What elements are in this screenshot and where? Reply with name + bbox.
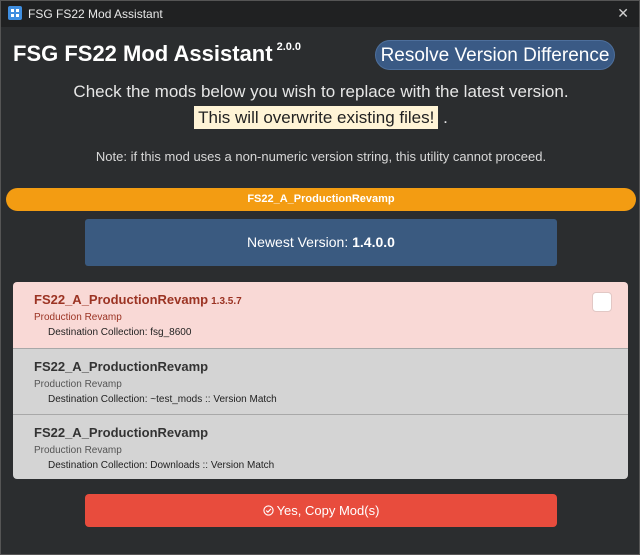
resolve-version-badge: Resolve Version Difference bbox=[375, 40, 615, 70]
page-title: FSG FS22 Mod Assistant 2.0.0 bbox=[13, 41, 301, 67]
list-item-version-match: FS22_A_ProductionRevamp Production Revam… bbox=[13, 414, 628, 479]
mod-version: 1.3.5.7 bbox=[211, 296, 242, 307]
overwrite-warning: This will overwrite existing files! bbox=[194, 106, 439, 129]
close-icon[interactable]: ✕ bbox=[617, 5, 629, 22]
app-logo-icon bbox=[8, 6, 22, 20]
mod-file-name: FS22_A_ProductionRevamp bbox=[34, 425, 209, 440]
warning-suffix: . bbox=[443, 108, 448, 127]
replace-checkbox[interactable] bbox=[592, 292, 612, 312]
list-item-outdated[interactable]: FS22_A_ProductionRevamp 1.3.5.7 Productio… bbox=[13, 282, 628, 348]
mod-title: Production Revamp bbox=[34, 312, 122, 323]
app-name: FSG FS22 Mod Assistant bbox=[13, 41, 273, 66]
list-item-version-match: FS22_A_ProductionRevamp Production Revam… bbox=[13, 348, 628, 414]
instruction-text: Check the mods below you wish to replace… bbox=[73, 82, 569, 101]
non-numeric-note: Note: if this mod uses a non-numeric ver… bbox=[95, 149, 547, 164]
mod-title: Production Revamp bbox=[34, 379, 122, 390]
mod-file-name: FS22_A_ProductionRevamp 1.3.5.7 bbox=[34, 292, 242, 307]
title-bar: FSG FS22 Mod Assistant ✕ bbox=[1, 1, 639, 27]
check-circle-icon bbox=[262, 495, 274, 516]
destination-collection: Destination Collection: ~test_mods :: Ve… bbox=[48, 394, 277, 405]
mod-file-name-text: FS22_A_ProductionRevamp bbox=[34, 292, 209, 307]
app-window: FSG FS22 Mod Assistant ✕ FSG FS22 Mod As… bbox=[0, 0, 640, 555]
newest-version-label: Newest Version: bbox=[247, 234, 349, 250]
app-version: 2.0.0 bbox=[276, 41, 302, 53]
copy-mods-button[interactable]: Yes, Copy Mod(s) bbox=[85, 494, 557, 527]
mod-name-banner: FS22_A_ProductionRevamp bbox=[6, 188, 636, 211]
destination-collection: Destination Collection: fsg_8600 bbox=[48, 327, 192, 338]
mod-title: Production Revamp bbox=[34, 445, 122, 456]
mod-collection-list: FS22_A_ProductionRevamp 1.3.5.7 Productio… bbox=[13, 282, 628, 479]
warning-line: This will overwrite existing files! . bbox=[1, 106, 640, 129]
newest-version-value: 1.4.0.0 bbox=[352, 234, 395, 250]
copy-mods-label: Yes, Copy Mod(s) bbox=[276, 503, 380, 518]
mod-file-name: FS22_A_ProductionRevamp bbox=[34, 359, 209, 374]
window-title: FSG FS22 Mod Assistant bbox=[28, 7, 163, 21]
destination-collection: Destination Collection: Downloads :: Ver… bbox=[48, 460, 275, 471]
newest-version-box: Newest Version: 1.4.0.0 bbox=[85, 219, 557, 266]
